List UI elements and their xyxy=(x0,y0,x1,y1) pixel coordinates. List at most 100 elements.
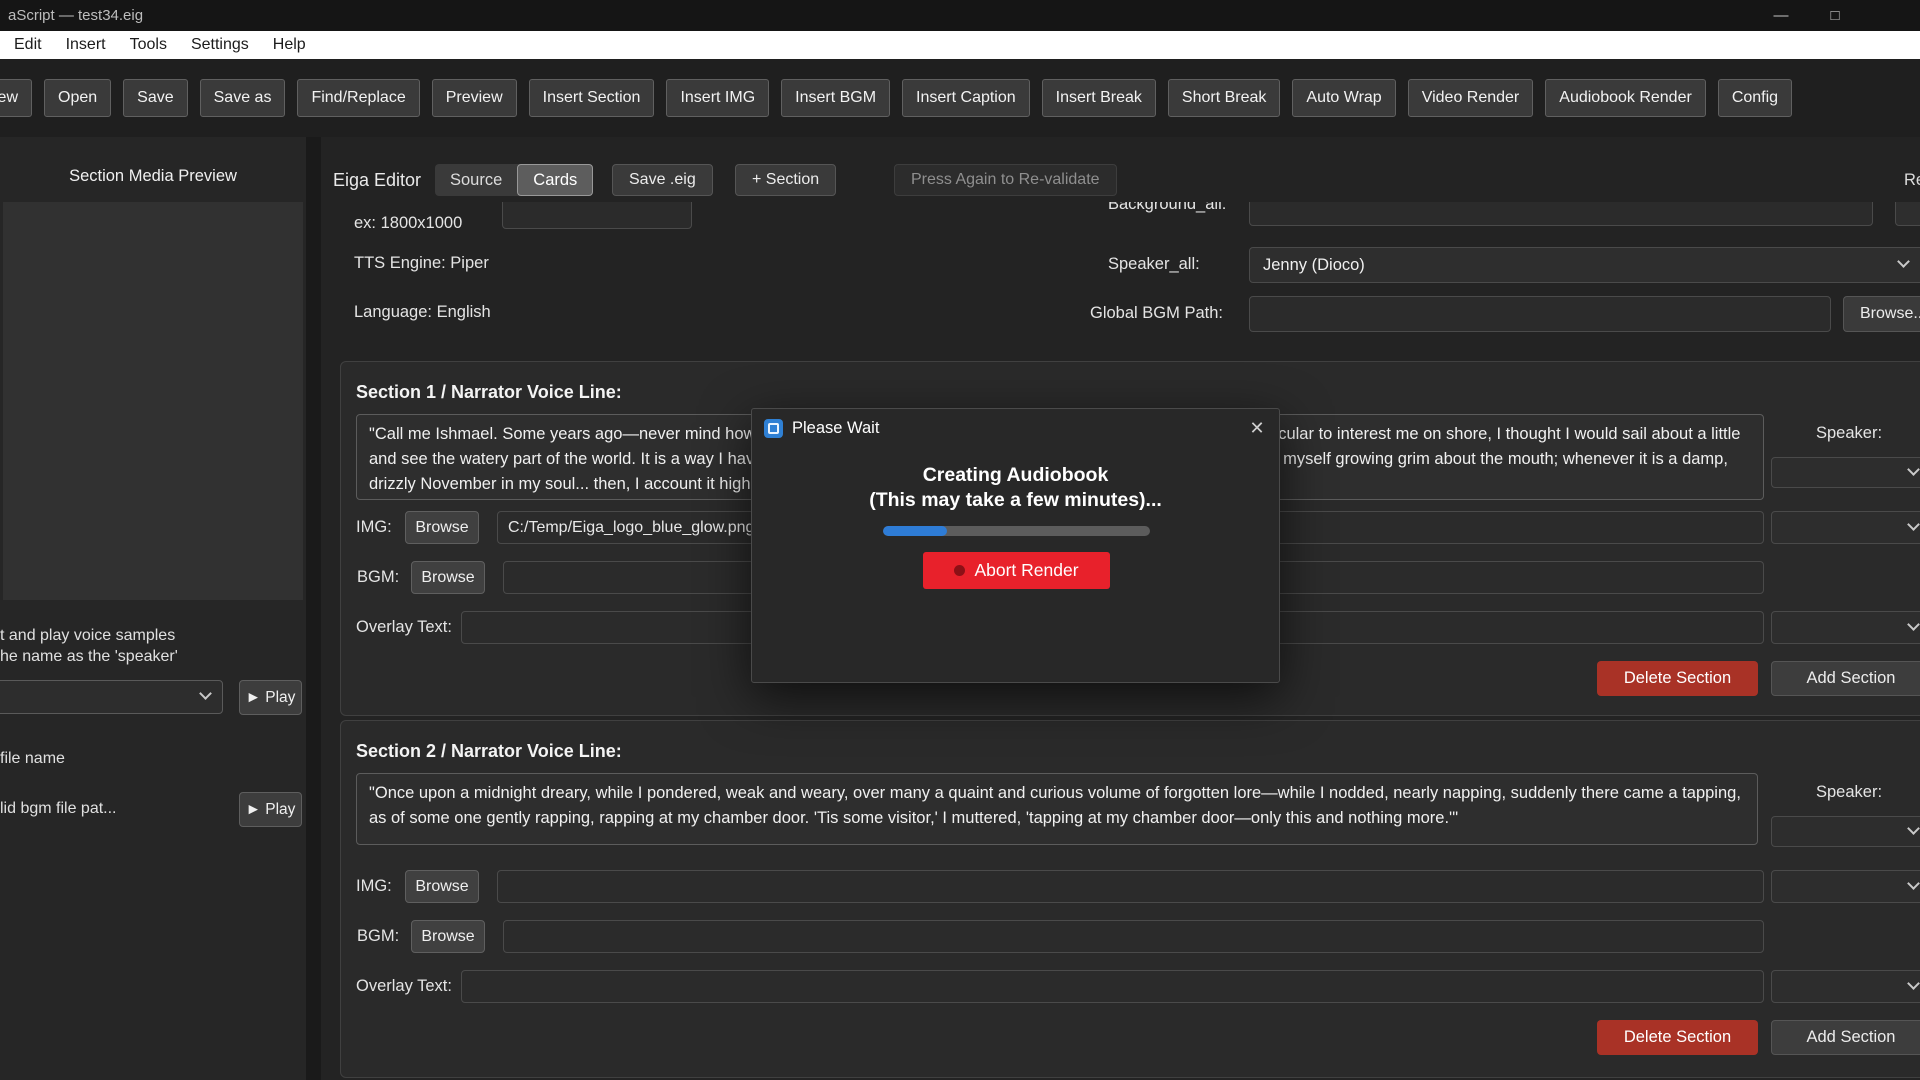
toolbar-config-button[interactable]: Config xyxy=(1718,79,1792,117)
bgm-path-hint: lid bgm file pat... xyxy=(0,800,117,818)
revalidate-button[interactable]: Press Again to Re-validate xyxy=(894,164,1117,196)
global-bgm-input[interactable] xyxy=(1249,296,1831,332)
menu-help[interactable]: Help xyxy=(261,36,318,54)
sidebar-title: Section Media Preview xyxy=(0,167,306,186)
tab-source[interactable]: Source xyxy=(435,164,517,196)
dialog-titlebar: Please Wait ✕ xyxy=(752,409,1279,447)
please-wait-dialog: Please Wait ✕ Creating Audiobook (This m… xyxy=(751,408,1280,683)
toolbar-insert-bgm-button[interactable]: Insert BGM xyxy=(781,79,890,117)
speaker-select[interactable] xyxy=(1771,816,1920,847)
toolbar-insert-caption-button[interactable]: Insert Caption xyxy=(902,79,1030,117)
delete-section-button[interactable]: Delete Section xyxy=(1597,1020,1758,1055)
chevron-down-icon xyxy=(1907,463,1920,476)
toolbar-auto-wrap-button[interactable]: Auto Wrap xyxy=(1292,79,1395,117)
add-section-button[interactable]: Add Section xyxy=(1771,1020,1920,1055)
language-label: Language: English xyxy=(354,303,491,322)
speaker-label: Speaker: xyxy=(1816,783,1882,802)
add-section-button[interactable]: Add Section xyxy=(1771,661,1920,696)
file-name-hint: file name xyxy=(0,750,65,768)
toolbar-insert-img-button[interactable]: Insert IMG xyxy=(666,79,769,117)
view-mode-tabs: Source Cards xyxy=(435,164,593,196)
toolbar-video-render-button[interactable]: Video Render xyxy=(1408,79,1534,117)
bgm-label: BGM: xyxy=(357,927,399,946)
overlay-right-select[interactable] xyxy=(1771,970,1920,1003)
img-browse-button[interactable]: Browse xyxy=(405,511,479,544)
editor-title: Eiga Editor xyxy=(333,164,421,196)
speaker-select[interactable] xyxy=(1771,457,1920,488)
speaker-label: Speaker: xyxy=(1816,424,1882,443)
global-bgm-label: Global BGM Path: xyxy=(1090,304,1223,323)
img-right-select[interactable] xyxy=(1771,511,1920,544)
play-bgm-button[interactable]: ► Play xyxy=(239,792,302,827)
dialog-message: Creating Audiobook xyxy=(752,464,1279,487)
tts-engine-label: TTS Engine: Piper xyxy=(354,254,489,273)
global-bgm-browse-button[interactable]: Browse... xyxy=(1843,296,1920,332)
toolbar-insert-section-button[interactable]: Insert Section xyxy=(529,79,655,117)
add-section-top-button[interactable]: + Section xyxy=(735,164,836,196)
progress-fill xyxy=(883,526,947,536)
sidebar-divider xyxy=(306,137,321,1080)
section-heading: Section 1 / Narrator Voice Line: xyxy=(356,382,622,403)
close-icon[interactable]: ✕ xyxy=(1235,409,1279,447)
section-card-2: Section 2 / Narrator Voice Line: "Once u… xyxy=(340,720,1920,1078)
tab-cards[interactable]: Cards xyxy=(517,164,593,196)
voice-sample-hint-line1: t and play voice samples xyxy=(0,627,175,645)
overlay-text-input[interactable] xyxy=(461,970,1764,1003)
bgm-path-input[interactable] xyxy=(503,920,1764,953)
menu-insert[interactable]: Insert xyxy=(54,36,118,54)
dialog-submessage: (This may take a few minutes)... xyxy=(752,489,1279,512)
dialog-title: Please Wait xyxy=(792,419,879,438)
toolbar-find-replace-button[interactable]: Find/Replace xyxy=(297,79,419,117)
menu-settings[interactable]: Settings xyxy=(179,36,261,54)
overlay-right-select[interactable] xyxy=(1771,611,1920,644)
window-titlebar: aScript — test34.eig — □ xyxy=(0,0,1920,31)
menu-tools[interactable]: Tools xyxy=(118,36,179,54)
chevron-down-icon xyxy=(199,687,212,700)
sidebar: Section Media Preview t and play voice s… xyxy=(0,137,306,1080)
resolution-hint-label: ex: 1800x1000 xyxy=(354,214,462,233)
play-voice-sample-button[interactable]: ► Play xyxy=(239,680,302,715)
toolbar-preview-button[interactable]: Preview xyxy=(432,79,517,117)
speaker-all-select[interactable]: Jenny (Dioco) xyxy=(1249,247,1920,283)
toolbar-save-as-button[interactable]: Save as xyxy=(200,79,286,117)
abort-render-button[interactable]: Abort Render xyxy=(923,552,1110,589)
minimize-icon[interactable]: — xyxy=(1754,0,1808,31)
record-dot-icon xyxy=(954,565,965,576)
chevron-down-icon xyxy=(1907,977,1920,990)
chevron-down-icon xyxy=(1907,822,1920,835)
overlay-text-label: Overlay Text: xyxy=(356,618,452,637)
toolbar-open-button[interactable]: Open xyxy=(44,79,111,117)
delete-section-button[interactable]: Delete Section xyxy=(1597,661,1758,696)
bgm-browse-button[interactable]: Browse xyxy=(411,920,485,953)
chevron-down-icon xyxy=(1907,618,1920,631)
img-right-select[interactable] xyxy=(1771,870,1920,903)
abort-render-label: Abort Render xyxy=(974,560,1078,581)
save-eig-button[interactable]: Save .eig xyxy=(612,164,713,196)
top-right-cut-label: Re xyxy=(1904,164,1920,196)
voice-sample-hint-line2: he name as the 'speaker' xyxy=(0,648,178,666)
img-path-input[interactable] xyxy=(497,870,1764,903)
img-browse-button[interactable]: Browse xyxy=(405,870,479,903)
narrator-voice-textarea[interactable]: "Once upon a midnight dreary, while I po… xyxy=(356,773,1758,845)
maximize-icon[interactable]: □ xyxy=(1808,0,1862,31)
bgm-browse-button[interactable]: Browse xyxy=(411,561,485,594)
toolbar-save-button[interactable]: Save xyxy=(123,79,187,117)
voice-sample-select[interactable] xyxy=(0,680,223,714)
img-label: IMG: xyxy=(356,877,392,896)
speaker-all-value: Jenny (Dioco) xyxy=(1250,248,1920,282)
menu-edit[interactable]: Edit xyxy=(2,36,54,54)
editor-header: Eiga Editor Source Cards Save .eig + Sec… xyxy=(321,137,1920,202)
section-media-preview-panel xyxy=(3,202,303,600)
progress-bar xyxy=(883,526,1150,536)
window-controls: — □ xyxy=(1754,0,1862,31)
toolbar-insert-break-button[interactable]: Insert Break xyxy=(1042,79,1156,117)
toolbar-new-button[interactable]: New xyxy=(0,79,32,117)
chevron-down-icon xyxy=(1907,877,1920,890)
chevron-down-icon xyxy=(1907,518,1920,531)
toolbar-short-break-button[interactable]: Short Break xyxy=(1168,79,1280,117)
window-title: aScript — test34.eig xyxy=(8,7,143,24)
toolbar: New Open Save Save as Find/Replace Previ… xyxy=(0,59,1920,137)
img-label: IMG: xyxy=(356,518,392,537)
section-heading: Section 2 / Narrator Voice Line: xyxy=(356,741,622,762)
toolbar-audiobook-render-button[interactable]: Audiobook Render xyxy=(1545,79,1706,117)
